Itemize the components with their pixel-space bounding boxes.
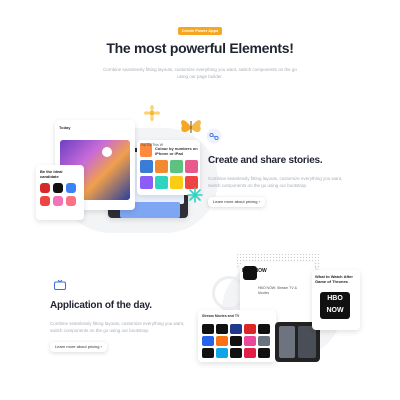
app-icon [66, 183, 76, 193]
channel-tile [216, 348, 228, 358]
channel-tile [258, 348, 270, 358]
hbo-now-logo: HBO NOW [320, 292, 350, 319]
thumbnail [185, 160, 198, 173]
share-icon [206, 128, 222, 144]
flower-icon [143, 104, 161, 122]
top-games-label: Top Ga This W [140, 143, 164, 147]
hero-subtitle: Combine seamlessly fitting layouts, cust… [103, 67, 297, 79]
channel-tile [230, 336, 242, 346]
candidate-card: Be the ideal candidate [36, 165, 84, 220]
thumbnail [155, 160, 168, 173]
channel-tile [258, 324, 270, 334]
channel-tile [244, 336, 256, 346]
section1-subtitle: Combine seamlessly fitting layouts, cust… [208, 176, 343, 188]
channel-tile [244, 348, 256, 358]
thumbnail [140, 160, 153, 173]
app-icon [53, 196, 63, 206]
hbo-logo-text: HBO NOW [242, 268, 267, 274]
channel-tile [202, 348, 214, 358]
poster-image [279, 326, 295, 358]
learn-more-button[interactable]: Learn more about pricing › [50, 342, 107, 352]
watch-card: What to Watch After Game of Thrones HBO … [312, 270, 360, 330]
hero-badge: Create Power Apps [178, 27, 222, 35]
thumbnail [140, 176, 153, 189]
today-label: Today [59, 125, 71, 130]
thumbnail [170, 176, 183, 189]
thumbnail [170, 160, 183, 173]
poster-image [298, 326, 316, 358]
channel-tile [216, 324, 228, 334]
channel-tile [230, 324, 242, 334]
hbo-app-name: HBO NOW: Stream TV & Movies [258, 286, 297, 295]
channel-tile [258, 336, 270, 346]
tv-icon [54, 280, 66, 290]
thumbnail [155, 176, 168, 189]
channel-grid [202, 324, 272, 358]
watch-card-text: What to Watch After Game of Thrones [315, 274, 353, 284]
play-icon [102, 147, 112, 157]
app-icon [53, 183, 63, 193]
channel-tile [244, 324, 256, 334]
section1-title: Create and share stories. [208, 155, 323, 166]
candidate-card-text: Be the ideal candidate [40, 169, 63, 179]
channel-tile [230, 348, 242, 358]
learn-more-button[interactable]: Learn more about pricing › [208, 197, 265, 207]
section2-subtitle: Combine seamlessly fitting layouts, cust… [50, 321, 185, 333]
stream-card-text: Stream Movies and TV [202, 314, 240, 318]
channel-tile [202, 324, 214, 334]
channel-tile [202, 336, 214, 346]
app-icon [40, 183, 50, 193]
app-icon [66, 196, 76, 206]
section2-title: Application of the day. [50, 300, 152, 311]
butterfly-icon [181, 120, 201, 133]
hero-title: The most powerful Elements! [106, 40, 294, 56]
stream-card: Stream Movies and TV [198, 310, 276, 362]
app-grid [40, 183, 82, 206]
app-icon [40, 196, 50, 206]
channel-tile [216, 336, 228, 346]
colour-card-text: Colour by numbers on iPhone or iPad [155, 146, 198, 156]
sparkle-icon [187, 187, 203, 203]
